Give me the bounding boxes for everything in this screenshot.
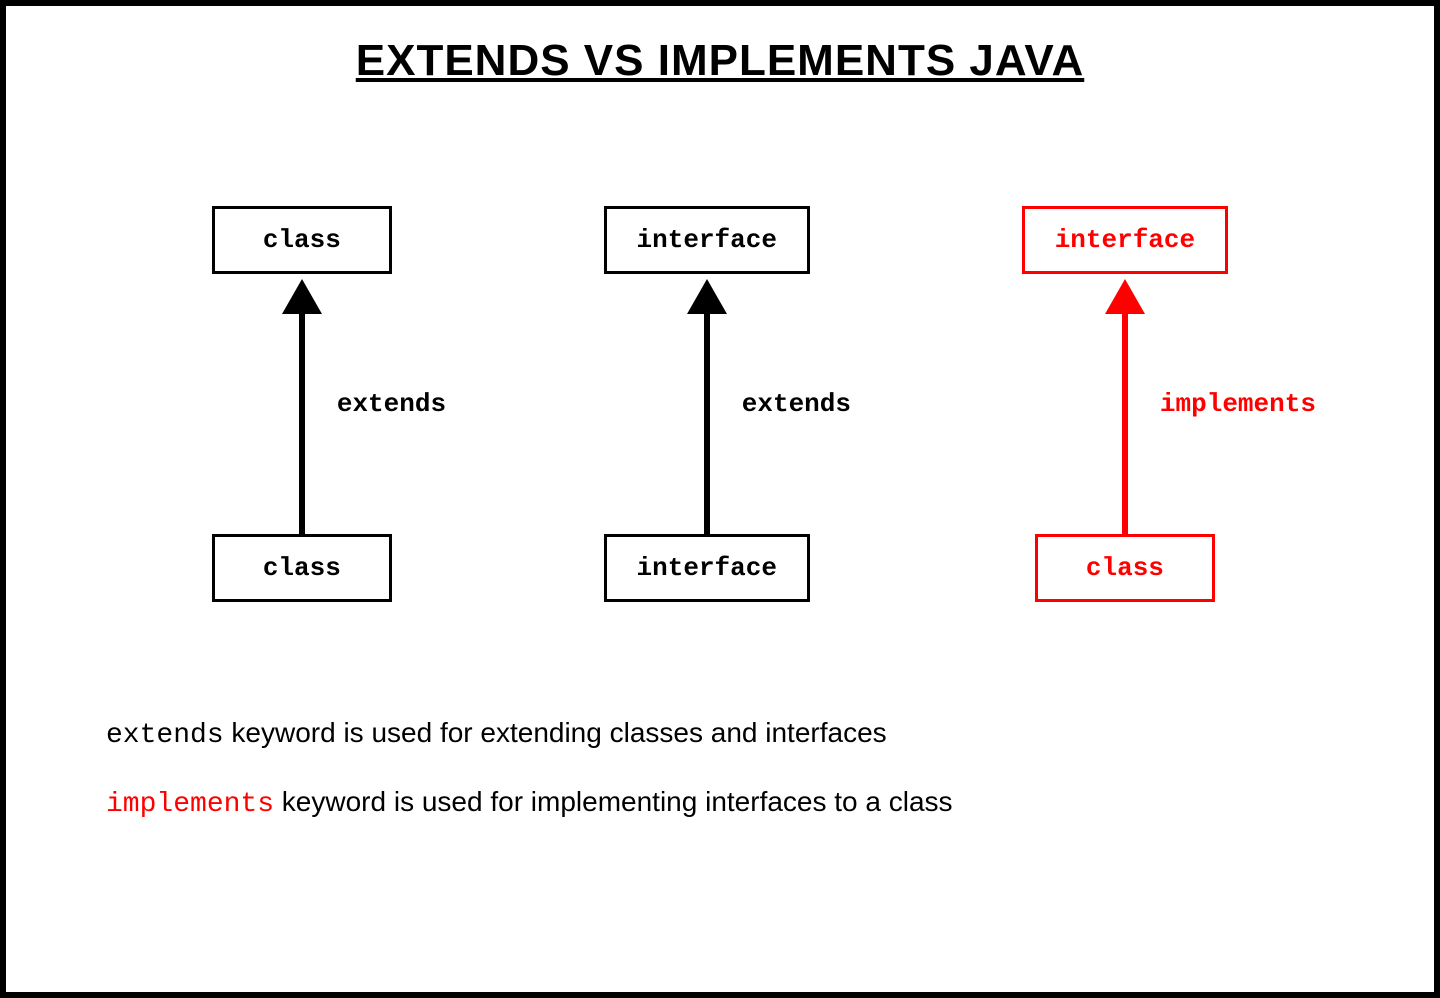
box-bottom: class bbox=[1035, 534, 1215, 602]
keyword-implements: implements bbox=[106, 789, 274, 820]
arrow-area: implements bbox=[1095, 274, 1155, 534]
arrow-label: extends bbox=[742, 389, 851, 419]
note-extends: extends keyword is used for extending cl… bbox=[106, 712, 1334, 757]
arrow-up-icon bbox=[272, 274, 332, 534]
arrow-up-icon bbox=[1095, 274, 1155, 534]
page-title: EXTENDS VS IMPLEMENTS JAVA bbox=[66, 36, 1374, 86]
note-extends-text: keyword is used for extending classes an… bbox=[224, 717, 887, 748]
arrow-area: extends bbox=[677, 274, 737, 534]
column-class-class: class extends class bbox=[212, 206, 392, 602]
box-top: interface bbox=[604, 206, 810, 274]
column-interface-class: interface implements class bbox=[1022, 206, 1228, 602]
box-bottom: class bbox=[212, 534, 392, 602]
note-implements: implements keyword is used for implement… bbox=[106, 781, 1334, 826]
diagram-frame: EXTENDS VS IMPLEMENTS JAVA class extends… bbox=[0, 0, 1440, 998]
arrow-up-icon bbox=[677, 274, 737, 534]
arrow-label: implements bbox=[1160, 389, 1316, 419]
box-top: class bbox=[212, 206, 392, 274]
arrow-label: extends bbox=[337, 389, 446, 419]
arrow-area: extends bbox=[272, 274, 332, 534]
keyword-extends: extends bbox=[106, 720, 224, 751]
column-interface-interface: interface extends interface bbox=[604, 206, 810, 602]
box-bottom: interface bbox=[604, 534, 810, 602]
diagrams-row: class extends class interface extends in… bbox=[66, 206, 1374, 602]
box-top: interface bbox=[1022, 206, 1228, 274]
notes-section: extends keyword is used for extending cl… bbox=[66, 712, 1374, 850]
note-implements-text: keyword is used for implementing interfa… bbox=[274, 786, 953, 817]
